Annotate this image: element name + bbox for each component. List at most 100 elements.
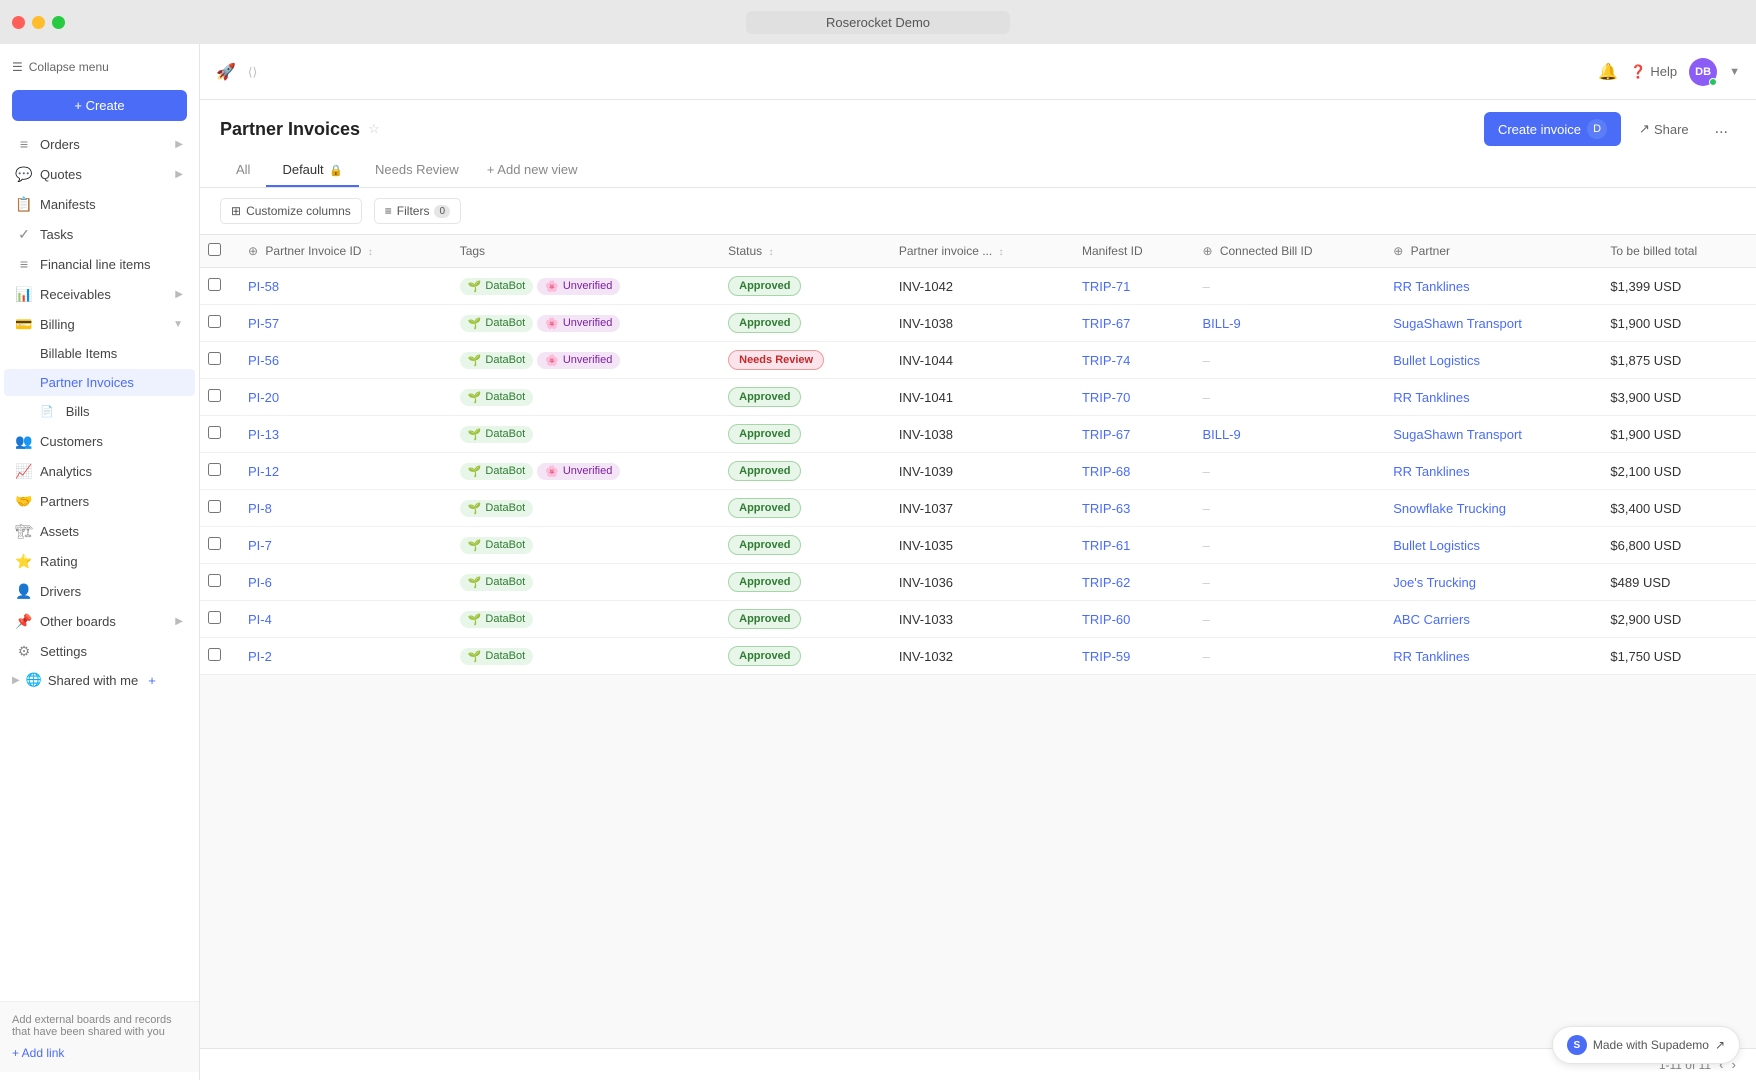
row-checkbox[interactable] — [208, 574, 221, 587]
partner-invoice-id-link[interactable]: PI-4 — [248, 612, 272, 627]
row-checkbox[interactable] — [208, 463, 221, 476]
sidebar-item-settings[interactable]: ⚙ Settings — [4, 637, 195, 665]
partner-invoice-id-link[interactable]: PI-8 — [248, 501, 272, 516]
manifest-id-link[interactable]: TRIP-70 — [1082, 390, 1130, 405]
manifest-id-link[interactable]: TRIP-71 — [1082, 279, 1130, 294]
partner-invoice-id-link[interactable]: PI-12 — [248, 464, 279, 479]
tab-default[interactable]: Default 🔒 — [266, 154, 359, 187]
row-checkbox[interactable] — [208, 315, 221, 328]
add-link-button[interactable]: + Add link — [12, 1046, 187, 1060]
analytics-icon: 📈 — [16, 463, 32, 479]
manifest-id-link[interactable]: TRIP-74 — [1082, 353, 1130, 368]
partner-link[interactable]: Joe's Trucking — [1393, 575, 1476, 590]
tab-needs-review[interactable]: Needs Review — [359, 154, 475, 187]
favorite-star-icon[interactable]: ☆ — [368, 121, 380, 137]
sidebar-item-partner-invoices[interactable]: Partner Invoices — [4, 369, 195, 396]
partner-link[interactable]: Snowflake Trucking — [1393, 501, 1506, 516]
sidebar-item-orders[interactable]: ≡ Orders ▶ — [4, 130, 195, 158]
partner-invoice-id-link[interactable]: PI-13 — [248, 427, 279, 442]
sidebar-item-tasks[interactable]: ✓ Tasks — [4, 220, 195, 248]
partner-link[interactable]: Bullet Logistics — [1393, 353, 1480, 368]
col-header-partner-invoice-id[interactable]: ⊕ Partner Invoice ID ↕ — [236, 235, 448, 268]
share-button[interactable]: ↗ Share — [1629, 114, 1699, 144]
manifest-id-link[interactable]: TRIP-59 — [1082, 649, 1130, 664]
partner-link[interactable]: SugaShawn Transport — [1393, 316, 1522, 331]
row-checkbox[interactable] — [208, 611, 221, 624]
select-all-header[interactable] — [200, 235, 236, 268]
partner-link[interactable]: RR Tanklines — [1393, 464, 1469, 479]
sidebar-item-bills[interactable]: 📄 Bills — [4, 398, 195, 425]
tab-all[interactable]: All — [220, 154, 266, 187]
customize-columns-button[interactable]: ⊞ Customize columns — [220, 198, 362, 224]
sidebar-item-manifests[interactable]: 📋 Manifests — [4, 190, 195, 218]
user-menu-chevron-icon[interactable]: ▼ — [1729, 66, 1740, 78]
filters-button[interactable]: ≡ Filters 0 — [374, 198, 461, 224]
sidebar-item-customers[interactable]: 👥 Customers — [4, 427, 195, 455]
partner-invoice-id-link[interactable]: PI-58 — [248, 279, 279, 294]
partner-link[interactable]: SugaShawn Transport — [1393, 427, 1522, 442]
partner-link[interactable]: Bullet Logistics — [1393, 538, 1480, 553]
sidebar-item-receivables[interactable]: 📊 Receivables ▶ — [4, 280, 195, 308]
row-checkbox[interactable] — [208, 648, 221, 661]
connected-bill-id-link[interactable]: BILL-9 — [1202, 316, 1240, 331]
sidebar-item-billing[interactable]: 💳 Billing ▼ — [4, 310, 195, 338]
sidebar-item-analytics[interactable]: 📈 Analytics — [4, 457, 195, 485]
partner-link[interactable]: ABC Carriers — [1393, 612, 1470, 627]
nav-arrows-icon[interactable]: ⟨⟩ — [248, 65, 257, 79]
help-button[interactable]: ❓ Help — [1630, 64, 1677, 80]
sidebar-item-quotes[interactable]: 💬 Quotes ▶ — [4, 160, 195, 188]
sidebar-item-shared-with-me[interactable]: ▶ 🌐 Shared with me + — [0, 666, 199, 694]
manifest-id-link[interactable]: TRIP-63 — [1082, 501, 1130, 516]
window-title: Roserocket Demo — [746, 11, 1010, 34]
tab-add-new-view[interactable]: + Add new view — [475, 154, 590, 187]
sidebar-item-rating[interactable]: ⭐ Rating — [4, 547, 195, 575]
sidebar-item-drivers[interactable]: 👤 Drivers — [4, 577, 195, 605]
row-checkbox[interactable] — [208, 426, 221, 439]
sidebar-item-assets[interactable]: 🏗 Assets — [4, 517, 195, 545]
connected-bill-id-link[interactable]: BILL-9 — [1202, 427, 1240, 442]
databot-icon: 🌱 — [468, 391, 482, 404]
more-options-button[interactable]: ... — [1707, 116, 1736, 142]
minimize-button[interactable] — [32, 16, 45, 29]
row-checkbox[interactable] — [208, 389, 221, 402]
partner-link[interactable]: RR Tanklines — [1393, 390, 1469, 405]
col-header-status[interactable]: Status ↕ — [716, 235, 887, 268]
row-checkbox[interactable] — [208, 500, 221, 513]
manifest-id-link[interactable]: TRIP-67 — [1082, 427, 1130, 442]
manifest-id-link[interactable]: TRIP-62 — [1082, 575, 1130, 590]
add-shared-icon[interactable]: + — [148, 673, 156, 688]
manifest-id-link[interactable]: TRIP-67 — [1082, 316, 1130, 331]
user-avatar-wrapper[interactable]: DB — [1689, 58, 1717, 86]
col-header-partner-invoice-num[interactable]: Partner invoice ... ↕ — [887, 235, 1070, 268]
manifest-id-link[interactable]: TRIP-61 — [1082, 538, 1130, 553]
navigation-icon[interactable]: 🚀 — [216, 62, 236, 82]
databot-icon: 🌱 — [468, 502, 482, 515]
partner-invoice-id-link[interactable]: PI-56 — [248, 353, 279, 368]
maximize-button[interactable] — [52, 16, 65, 29]
close-button[interactable] — [12, 16, 25, 29]
row-checkbox[interactable] — [208, 278, 221, 291]
sidebar-item-billable-items[interactable]: Billable Items — [4, 340, 195, 367]
create-button[interactable]: + Create — [12, 90, 187, 121]
manifest-id-link[interactable]: TRIP-68 — [1082, 464, 1130, 479]
collapse-menu-button[interactable]: ☰ Collapse menu — [0, 52, 199, 82]
notification-bell-icon[interactable]: 🔔 — [1598, 62, 1618, 82]
partner-link[interactable]: RR Tanklines — [1393, 649, 1469, 664]
partner-invoice-id-link[interactable]: PI-2 — [248, 649, 272, 664]
partner-link[interactable]: RR Tanklines — [1393, 279, 1469, 294]
row-checkbox[interactable] — [208, 537, 221, 550]
status-badge: Approved — [728, 313, 801, 333]
partner-invoice-id-link[interactable]: PI-57 — [248, 316, 279, 331]
select-all-checkbox[interactable] — [208, 243, 221, 256]
partner-invoice-id-link[interactable]: PI-7 — [248, 538, 272, 553]
partner-invoice-id-link[interactable]: PI-6 — [248, 575, 272, 590]
sidebar-item-financial-line-items[interactable]: ≡ Financial line items — [4, 250, 195, 278]
sidebar-item-other-boards[interactable]: 📌 Other boards ▶ — [4, 607, 195, 635]
supademo-banner[interactable]: S Made with Supademo ↗ — [1552, 1026, 1740, 1064]
create-invoice-button[interactable]: Create invoice D — [1484, 112, 1621, 146]
manifest-id-link[interactable]: TRIP-60 — [1082, 612, 1130, 627]
sidebar-item-partners[interactable]: 🤝 Partners — [4, 487, 195, 515]
table-row: PI-4🌱 DataBotApprovedINV-1033TRIP-60–ABC… — [200, 601, 1756, 638]
row-checkbox[interactable] — [208, 352, 221, 365]
partner-invoice-id-link[interactable]: PI-20 — [248, 390, 279, 405]
